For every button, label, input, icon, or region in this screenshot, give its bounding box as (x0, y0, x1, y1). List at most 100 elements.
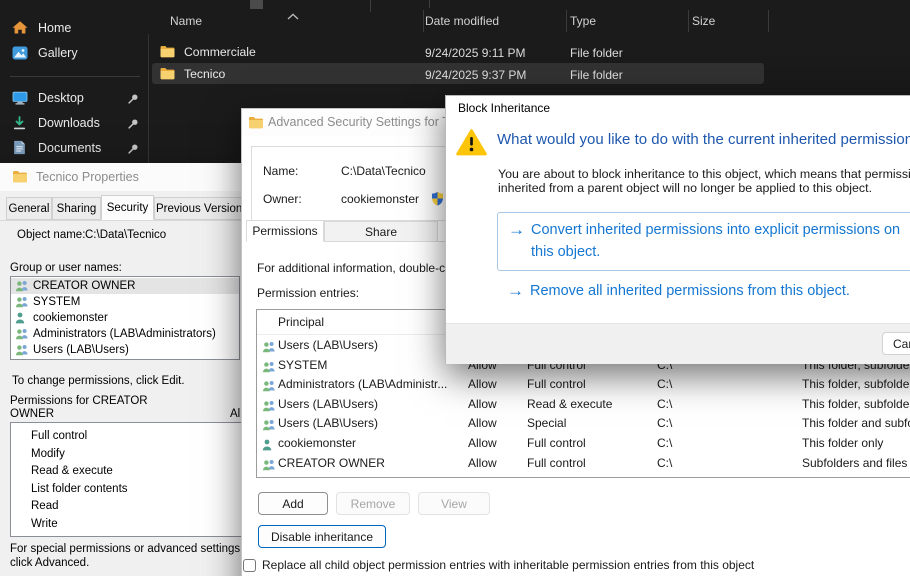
sidebar-item-downloads[interactable]: Downloads (4, 111, 150, 135)
sidebar-item-label: Home (38, 16, 71, 40)
tab-sharing[interactable]: Sharing (52, 197, 101, 220)
name-label: Name: (263, 164, 298, 178)
permission-item[interactable]: Modify (11, 446, 243, 464)
list-item-system[interactable]: SYSTEM (11, 294, 239, 310)
tab-security[interactable]: Security (101, 195, 154, 220)
properties-titlebar[interactable]: Tecnico Properties (0, 163, 244, 191)
owner-label: Owner: (263, 192, 302, 206)
group-user-names-label: Group or user names: (10, 262, 122, 274)
divider (370, 0, 371, 12)
table-header-principal[interactable]: Principal (278, 315, 324, 329)
sidebar-item-label: Downloads (38, 111, 100, 135)
owner-value: cookiemonster (341, 192, 419, 206)
permission-entries-label: Permission entries: (257, 286, 359, 300)
scrollbar-fragment[interactable] (250, 0, 263, 9)
desktop-icon (12, 91, 28, 110)
column-resizer[interactable] (423, 10, 424, 32)
sidebar-item-gallery[interactable]: Gallery (4, 41, 150, 65)
sidebar-item-label: Documents (38, 136, 101, 160)
window-title: Block Inheritance (458, 96, 550, 121)
sidebar-section-divider (10, 76, 140, 77)
permission-item[interactable]: Full control (11, 428, 243, 446)
remove-permissions-command-link[interactable]: → Remove all inherited permissions from … (497, 278, 910, 304)
table-row[interactable]: cookiemonster Allow Full control C:\ Thi… (257, 434, 910, 454)
folder-icon (248, 116, 264, 132)
convert-link-line2: this object. (531, 241, 600, 263)
pin-icon[interactable] (127, 117, 139, 135)
column-resizer[interactable] (768, 10, 769, 32)
remove-button[interactable]: Remove (336, 492, 410, 515)
permission-item[interactable]: List folder contents (11, 481, 243, 499)
downloads-icon (12, 116, 27, 135)
object-name-label: Object name: (17, 229, 85, 241)
name-value: C:\Data\Tecnico (341, 164, 426, 178)
file-row-tecnico[interactable]: Tecnico 9/24/2025 9:37 PM File folder (152, 63, 764, 84)
file-type: File folder (570, 46, 623, 60)
arrow-right-icon: → (507, 281, 524, 301)
permission-item[interactable]: Read (11, 498, 243, 516)
permissions-for-label-line1: Permissions for CREATOR (10, 395, 148, 407)
sidebar-item-desktop[interactable]: Desktop (4, 86, 150, 110)
pin-icon[interactable] (127, 142, 139, 160)
replace-permissions-label: Replace all child object permission entr… (262, 559, 754, 572)
tab-general[interactable]: General (6, 197, 52, 220)
advanced-hint-line1: For special permissions or advanced sett… (10, 543, 243, 555)
sidebar-item-label: Gallery (38, 41, 78, 65)
disable-inheritance-button[interactable]: Disable inheritance (258, 525, 386, 548)
replace-permissions-checkbox[interactable] (243, 559, 256, 572)
list-item-creator-owner[interactable]: CREATOR OWNER (11, 278, 239, 294)
documents-icon (13, 140, 26, 160)
sidebar-item-label: Desktop (38, 86, 84, 110)
column-resizer[interactable] (566, 10, 567, 32)
column-header-size[interactable]: Size (692, 14, 715, 28)
permissions-for-label-line2: OWNER (10, 408, 54, 420)
add-button[interactable]: Add (258, 492, 328, 515)
column-header-date[interactable]: Date modified (425, 14, 499, 28)
warning-icon (456, 128, 487, 161)
screen: Name Date modified Type Size Commerciale… (0, 0, 910, 576)
block-body-line1: You are about to block inheritance to th… (498, 167, 910, 181)
block-inheritance-dialog: Block Inheritance What would you like to… (445, 95, 910, 364)
gallery-icon (12, 46, 28, 65)
list-item-administrators[interactable]: Administrators (LAB\Administrators) (11, 326, 239, 342)
window-title: Tecnico Properties (36, 163, 139, 191)
file-row-commerciale[interactable]: Commerciale 9/24/2025 9:11 PM File folde… (152, 42, 764, 62)
sidebar-item-home[interactable]: Home (4, 16, 150, 40)
arrow-right-icon: → (508, 220, 525, 240)
object-name-value: C:\Data\Tecnico (85, 229, 166, 241)
divider (429, 0, 430, 8)
convert-permissions-command-link[interactable]: → Convert inherited permissions into exp… (497, 212, 910, 271)
tab-previous-versions[interactable]: Previous Versions (154, 197, 250, 220)
group-icon (262, 458, 276, 478)
dialog-footer: Cancel (446, 323, 910, 364)
column-header-name[interactable]: Name (170, 14, 202, 28)
permission-item[interactable]: Write (11, 516, 243, 534)
file-date: 9/24/2025 9:37 PM (425, 68, 526, 82)
home-icon (12, 20, 28, 40)
tab-baseline (0, 220, 244, 221)
list-item-cookiemonster[interactable]: cookiemonster (11, 310, 239, 326)
column-header-type[interactable]: Type (570, 14, 596, 28)
cancel-button[interactable]: Cancel (882, 332, 910, 355)
tecnico-properties-window: Tecnico Properties General Sharing Secur… (0, 163, 245, 576)
edit-hint-text: To change permissions, click Edit. (12, 375, 185, 387)
block-titlebar[interactable]: Block Inheritance (446, 96, 910, 121)
table-row[interactable]: Users (LAB\Users) Allow Read & execute C… (257, 395, 910, 415)
tab-permissions[interactable]: Permissions (246, 220, 324, 242)
permission-item[interactable]: Read & execute (11, 463, 243, 481)
table-row[interactable]: Administrators (LAB\Administr... Allow F… (257, 375, 910, 395)
file-type: File folder (570, 68, 623, 82)
folder-icon (12, 170, 28, 186)
list-item-users[interactable]: Users (LAB\Users) (11, 342, 239, 358)
table-row[interactable]: CREATOR OWNER Allow Full control C:\ Sub… (257, 454, 910, 474)
sort-ascending-icon (287, 7, 299, 25)
pin-icon[interactable] (127, 92, 139, 110)
sidebar-item-documents[interactable]: Documents (4, 136, 150, 160)
tab-share[interactable]: Share (324, 221, 438, 242)
view-button[interactable]: View (418, 492, 490, 515)
file-date: 9/24/2025 9:11 PM (425, 46, 526, 60)
group-user-names-list: CREATOR OWNER SYSTEM cookiemonster Admin… (10, 276, 240, 360)
column-resizer[interactable] (688, 10, 689, 32)
remove-link-label: Remove all inherited permissions from th… (530, 280, 850, 302)
table-row[interactable]: Users (LAB\Users) Allow Special C:\ This… (257, 414, 910, 434)
